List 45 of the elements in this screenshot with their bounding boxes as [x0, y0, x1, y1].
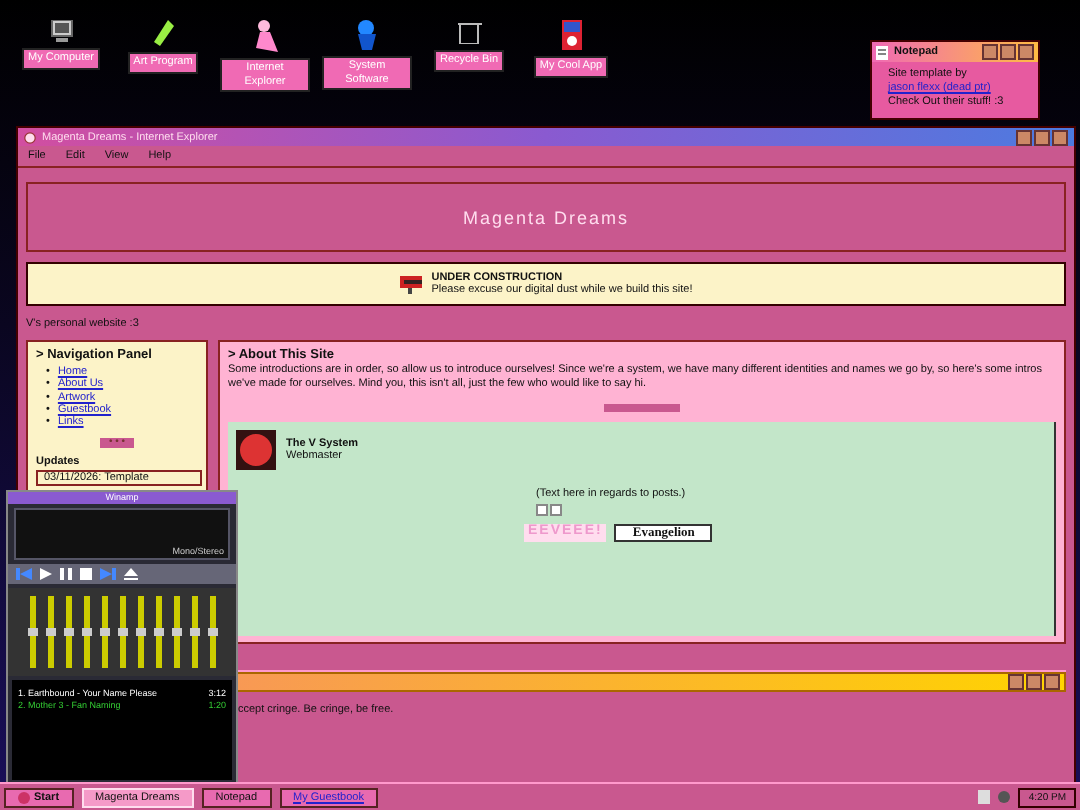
- maximize-button[interactable]: [1000, 44, 1016, 60]
- eq-slider[interactable]: [137, 596, 143, 668]
- notepad-icon: [876, 45, 888, 59]
- barrier-icon: [399, 274, 424, 294]
- slider-thumb[interactable]: [153, 628, 163, 636]
- figure-icon[interactable]: [253, 20, 277, 52]
- minimize-button[interactable]: [1008, 674, 1024, 690]
- eq-slider[interactable]: [119, 596, 125, 668]
- close-button[interactable]: [1044, 674, 1060, 690]
- avatar-icon: [236, 430, 276, 471]
- slider-thumb[interactable]: [117, 628, 127, 636]
- eq-slider[interactable]: [47, 596, 53, 668]
- music-player-icon[interactable]: [561, 20, 581, 50]
- eq-slider[interactable]: [83, 596, 89, 668]
- slider-thumb[interactable]: [99, 628, 109, 636]
- blob-icon[interactable]: [356, 20, 378, 50]
- eq-slider[interactable]: [209, 596, 215, 668]
- maximize-button[interactable]: [1026, 674, 1042, 690]
- pencil-icon[interactable]: [153, 20, 173, 46]
- eq-slider[interactable]: [101, 596, 107, 668]
- slider-thumb[interactable]: [207, 628, 217, 636]
- site-title: Magenta Dreams: [462, 207, 630, 227]
- slider-thumb[interactable]: [45, 628, 55, 636]
- divider-bar: [604, 404, 680, 413]
- eq-slider[interactable]: [173, 596, 179, 668]
- slider-thumb[interactable]: [27, 628, 37, 636]
- pause-icon[interactable]: [60, 568, 72, 580]
- eq-slider[interactable]: [191, 596, 197, 668]
- monitor-icon[interactable]: [49, 20, 73, 42]
- slider-thumb[interactable]: [189, 628, 199, 636]
- slider-thumb[interactable]: [135, 628, 145, 636]
- play-icon[interactable]: [40, 568, 52, 580]
- bin-icon[interactable]: [457, 20, 481, 44]
- close-button[interactable]: [1018, 44, 1034, 60]
- maximize-button[interactable]: [1034, 129, 1050, 145]
- eq-slider[interactable]: [65, 596, 71, 668]
- eq-slider[interactable]: [29, 596, 35, 668]
- eq-slider[interactable]: [155, 596, 161, 668]
- close-button[interactable]: [1052, 129, 1068, 145]
- minimize-button[interactable]: [982, 44, 998, 60]
- slider-thumb[interactable]: [63, 628, 73, 636]
- slider-thumb[interactable]: [81, 628, 91, 636]
- eject-icon[interactable]: [124, 568, 138, 580]
- minimize-button[interactable]: [1016, 129, 1032, 145]
- slider-thumb[interactable]: [171, 628, 181, 636]
